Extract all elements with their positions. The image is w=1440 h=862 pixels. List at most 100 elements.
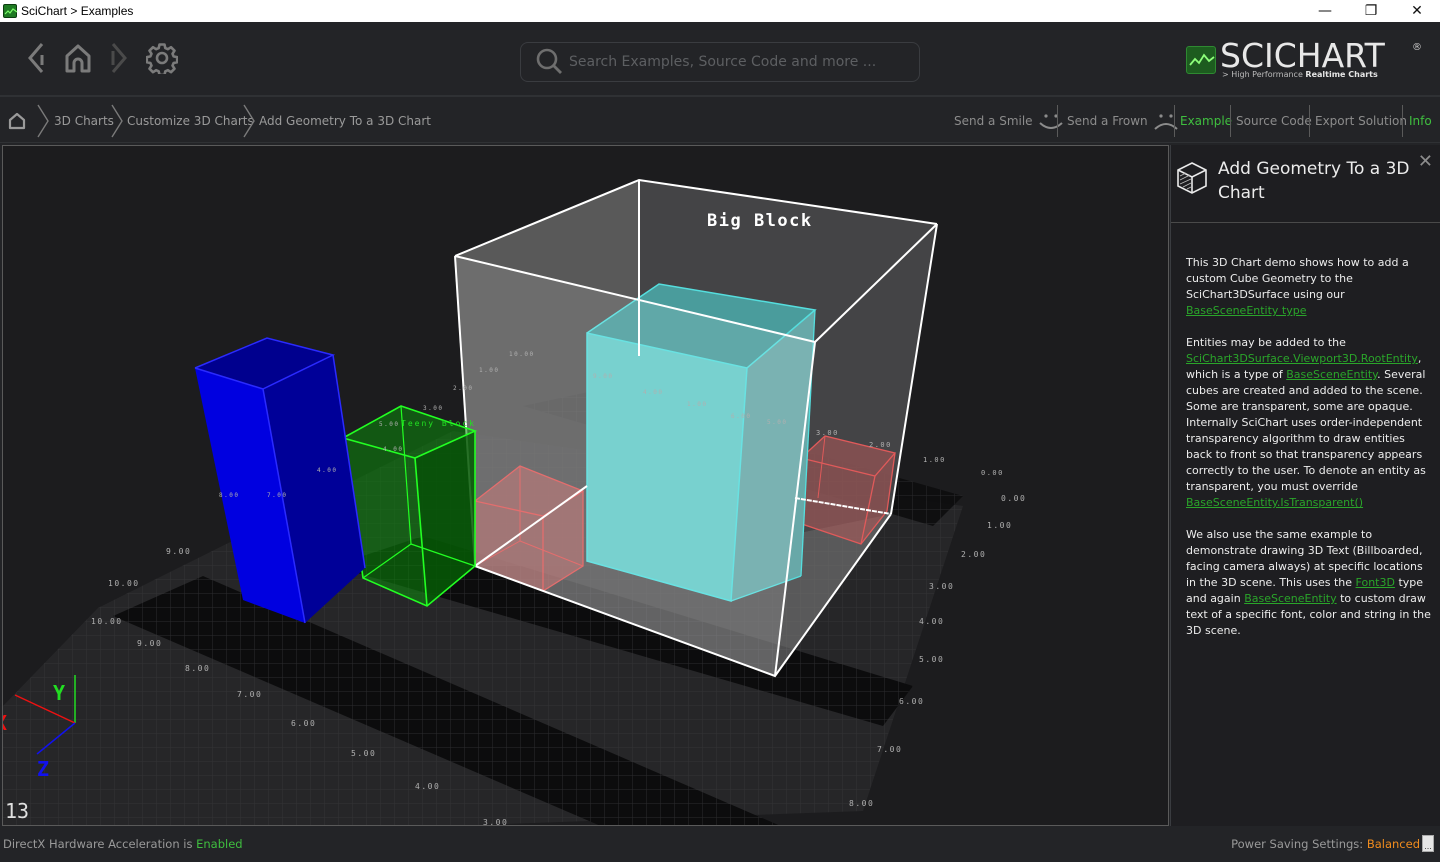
frown-icon <box>1153 114 1178 130</box>
right-axis-tick: 0.00 <box>1001 494 1026 503</box>
info-panel: Add Geometry To a 3D Chart ✕ This 3D Cha… <box>1170 145 1440 826</box>
link-rootentity[interactable]: SciChart3DSurface.Viewport3D.RootEntity <box>1186 352 1418 365</box>
power-saving-label: Power Saving Settings: <box>1231 837 1367 851</box>
close-info-button[interactable]: ✕ <box>1418 151 1433 172</box>
front-axis-tick: 10.00 <box>91 617 123 626</box>
minimize-button[interactable]: — <box>1302 0 1348 22</box>
close-icon: ✕ <box>1411 3 1423 19</box>
scene-3d[interactable]: Big Block Teeny Block 10.00 9.00 8.00 7.00 6… <box>3 146 1169 826</box>
forward-button[interactable] <box>101 40 137 76</box>
home-button[interactable] <box>60 40 96 76</box>
left-axis-tick: 9.00 <box>166 547 191 556</box>
right-axis-tick: 8.00 <box>849 799 874 808</box>
left-axis-tick: 10.00 <box>108 579 140 588</box>
chevron-right-icon <box>111 43 127 73</box>
right-axis-tick: 7.00 <box>877 745 902 754</box>
back-button[interactable] <box>18 40 54 76</box>
upper-axis-tick: 0.00 <box>981 469 1004 477</box>
big-block-label: Big Block <box>707 211 813 231</box>
gizmo-x-label: X <box>3 711 7 735</box>
link-basesceneentity-type[interactable]: BaseSceneEntity type <box>1186 304 1307 317</box>
action-divider <box>1402 105 1403 137</box>
smile-icon <box>1038 114 1063 129</box>
floating-axis-tick: 4.00 <box>317 467 337 474</box>
directx-value: Enabled <box>196 837 243 851</box>
right-axis-tick: 4.00 <box>919 617 944 626</box>
send-smile-button[interactable]: Send a Smile <box>954 99 1065 143</box>
floating-axis-tick: 8.00 <box>219 492 239 499</box>
breadcrumb-item-3d-charts[interactable]: 3D Charts <box>54 99 114 143</box>
floating-axis-tick: 5.00 <box>767 419 787 426</box>
app-icon <box>3 4 18 18</box>
toolbar: SCICHART ® > High Performance Realtime C… <box>0 22 1440 97</box>
search-box[interactable] <box>520 42 920 82</box>
scichart-logo: SCICHART ® > High Performance Realtime C… <box>1186 36 1426 86</box>
front-axis-tick: 7.00 <box>237 690 262 699</box>
settings-button[interactable] <box>144 40 180 76</box>
link-basesceneentity[interactable]: BaseSceneEntity <box>1286 368 1377 381</box>
send-frown-button[interactable]: Send a Frown <box>1067 99 1180 143</box>
front-axis-tick: 5.00 <box>351 749 376 758</box>
floating-axis-tick: 2.00 <box>453 385 473 392</box>
floating-axis-tick: 4.00 <box>643 389 663 396</box>
link-basesceneentity-2[interactable]: BaseSceneEntity <box>1244 592 1336 605</box>
tab-source-code[interactable]: Source Code <box>1236 99 1312 143</box>
info-description: This 3D Chart demo shows how to add a cu… <box>1186 255 1431 655</box>
gizmo-z-label: Z <box>37 757 49 781</box>
floating-axis-tick: 1.00 <box>687 401 707 408</box>
floating-axis-tick: 6.00 <box>731 413 751 420</box>
close-window-button[interactable]: ✕ <box>1394 0 1440 22</box>
window-titlebar: SciChart > Examples — ❐ ✕ <box>0 0 1440 22</box>
export-solution-button[interactable]: Export Solution <box>1315 99 1407 143</box>
chart-surface-3d[interactable]: Big Block Teeny Block 10.00 9.00 8.00 7.00 6… <box>2 145 1169 826</box>
gizmo-y-label: Y <box>53 681 65 705</box>
send-frown-label: Send a Frown <box>1067 114 1148 128</box>
search-input[interactable] <box>569 54 909 70</box>
info-text: . Several cubes are created and added to… <box>1186 368 1426 493</box>
power-saving-settings-button[interactable]: ... <box>1422 835 1434 852</box>
breadcrumb-item-customize[interactable]: Customize 3D Charts <box>127 99 254 143</box>
power-saving-status: Power Saving Settings: Balanced <box>1231 837 1420 851</box>
link-font3d[interactable]: Font3D <box>1356 576 1395 589</box>
teeny-block[interactable] <box>342 405 478 607</box>
directx-status: DirectX Hardware Acceleration is Enabled <box>3 837 243 851</box>
right-axis-tick: 2.00 <box>961 550 986 559</box>
chevron-left-icon <box>28 43 44 73</box>
status-bar: DirectX Hardware Acceleration is Enabled… <box>0 828 1440 862</box>
front-axis-tick: 4.00 <box>415 782 440 791</box>
home-icon <box>8 112 26 130</box>
info-paragraph: We also use the same example to demonstr… <box>1186 527 1431 639</box>
floating-axis-tick: 5.00 <box>379 421 399 428</box>
power-saving-value[interactable]: Balanced <box>1367 837 1420 851</box>
right-axis-tick: 6.00 <box>899 697 924 706</box>
floating-axis-tick: 4.00 <box>383 446 403 453</box>
breadcrumb-separator-icon <box>37 104 49 138</box>
front-axis-tick: 6.00 <box>291 719 316 728</box>
breadcrumb-home[interactable] <box>8 99 26 143</box>
floating-axis-tick: 7.00 <box>267 492 287 499</box>
logo-tagline-bold: Realtime Charts <box>1305 70 1378 79</box>
tab-info[interactable]: Info <box>1409 99 1432 143</box>
breadcrumb-item-current: Add Geometry To a 3D Chart <box>259 114 431 128</box>
right-axis-tick: 1.00 <box>987 521 1012 530</box>
front-axis-tick: 8.00 <box>185 664 210 673</box>
logo-mark-icon <box>1186 46 1216 74</box>
info-paragraph: Entities may be added to the SciChart3DS… <box>1186 335 1431 511</box>
action-divider <box>1230 105 1231 137</box>
minimize-icon: — <box>1318 3 1332 19</box>
right-axis-tick: 3.00 <box>929 582 954 591</box>
front-axis-tick: 9.00 <box>137 639 162 648</box>
breadcrumb-separator-icon <box>243 104 255 138</box>
breadcrumb: 3D Charts Customize 3D Charts Add Geomet… <box>0 99 1440 143</box>
front-axis-tick: 3.00 <box>483 818 508 826</box>
tab-example[interactable]: Example <box>1180 99 1232 143</box>
logo-tagline: > High Performance Realtime Charts <box>1222 70 1378 79</box>
restore-icon: ❐ <box>1364 3 1378 19</box>
link-istransparent[interactable]: BaseSceneEntity.IsTransparent() <box>1186 496 1363 509</box>
search-icon <box>536 48 562 74</box>
fps-counter: 13 <box>5 799 29 823</box>
logo-registered: ® <box>1412 42 1422 53</box>
floating-axis-tick: 1.00 <box>479 367 499 374</box>
info-text: Entities may be added to the <box>1186 336 1346 349</box>
restore-button[interactable]: ❐ <box>1348 0 1394 22</box>
